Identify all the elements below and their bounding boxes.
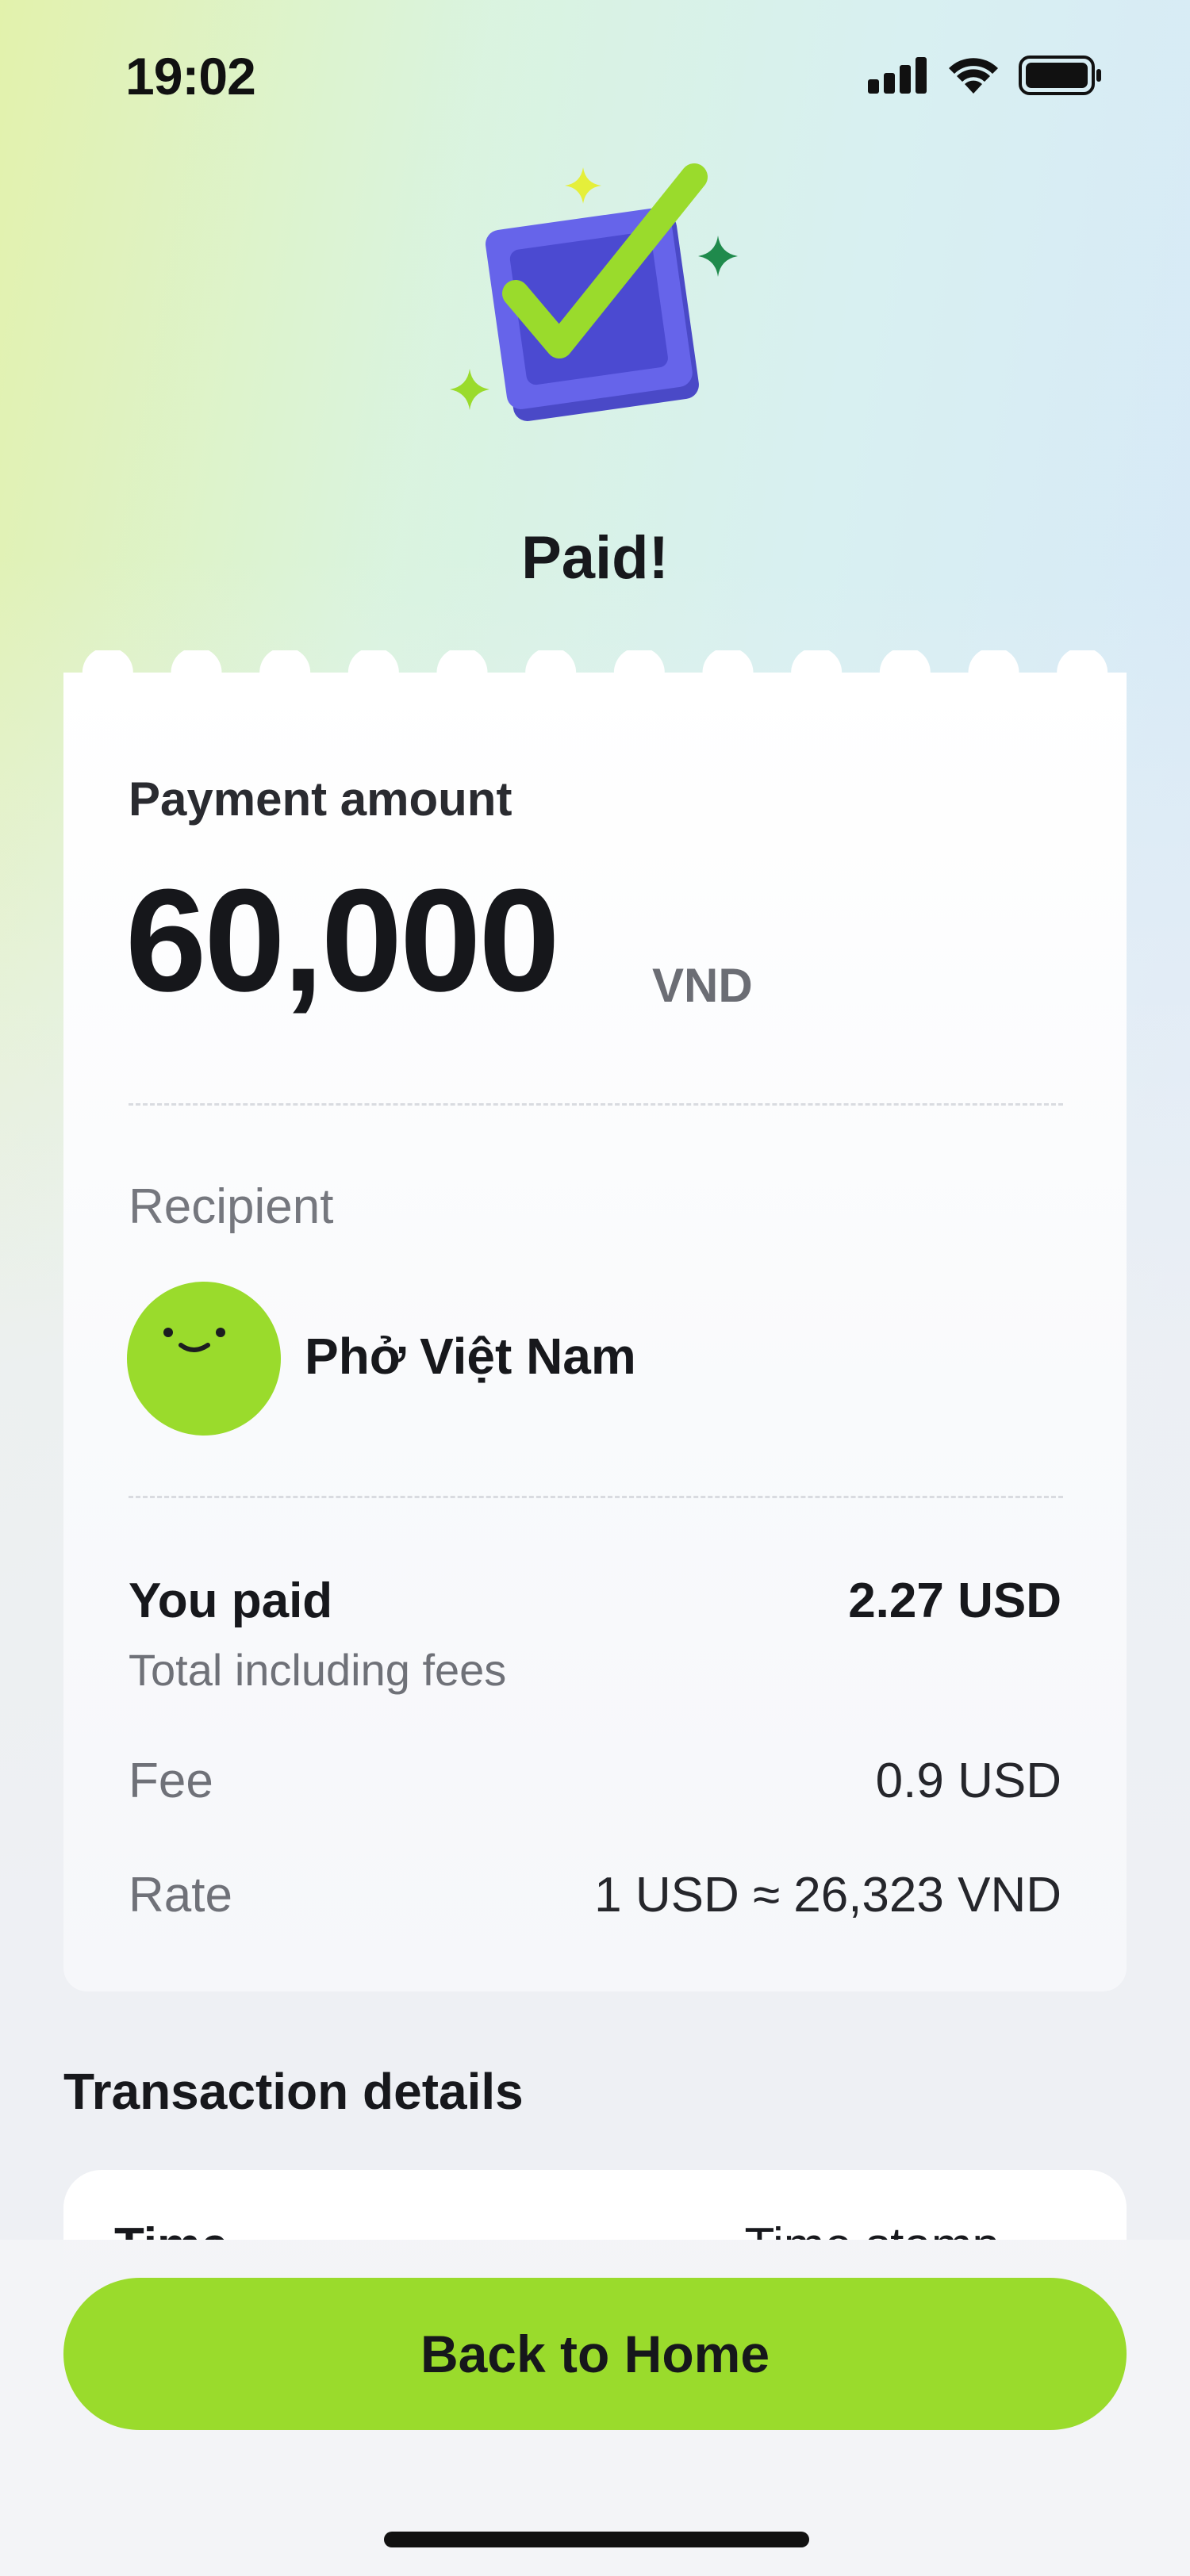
status-time: 19:02 xyxy=(125,47,256,105)
total-including-fees-note: Total including fees xyxy=(129,1645,507,1695)
details-row-label: Time xyxy=(114,2218,228,2240)
payment-amount-label: Payment amount xyxy=(129,772,512,826)
recipient-avatar xyxy=(127,1282,281,1436)
dashed-divider xyxy=(129,1496,1063,1498)
home-indicator xyxy=(384,2532,809,2547)
back-to-home-button[interactable]: Back to Home xyxy=(63,2278,1127,2430)
recipient-label: Recipient xyxy=(129,1179,334,1234)
details-peek: Time Time stamp xyxy=(63,2170,1127,2240)
wifi-icon xyxy=(949,58,998,94)
details-row-value: Time stamp xyxy=(744,2218,1000,2240)
page-title: Paid! xyxy=(521,524,669,592)
you-paid-label: You paid xyxy=(129,1574,333,1628)
payment-currency: VND xyxy=(652,959,753,1012)
recipient-name: Phở Việt Nam xyxy=(305,1328,636,1385)
payment-amount-value: 60,000 xyxy=(125,858,560,1022)
rate-label: Rate xyxy=(129,1868,232,1922)
dashed-divider xyxy=(129,1103,1063,1106)
rate-value: 1 USD ≈ 26,323 VND xyxy=(594,1868,1061,1922)
signal-icon xyxy=(868,57,927,94)
status-icons xyxy=(868,56,1103,95)
checkbox-success-illustration xyxy=(450,163,738,421)
receipt-scalloped-edge xyxy=(63,650,1127,698)
smiley-avatar-icon xyxy=(163,1328,225,1352)
battery-icon xyxy=(1019,56,1101,95)
you-paid-value: 2.27 USD xyxy=(848,1574,1061,1628)
fee-label: Fee xyxy=(129,1754,213,1808)
transaction-details-title: Transaction details xyxy=(63,2063,524,2120)
fee-value: 0.9 USD xyxy=(875,1754,1061,1808)
receipt-card: Payment amount 60,000 VND Recipient Phở … xyxy=(63,673,1127,1991)
